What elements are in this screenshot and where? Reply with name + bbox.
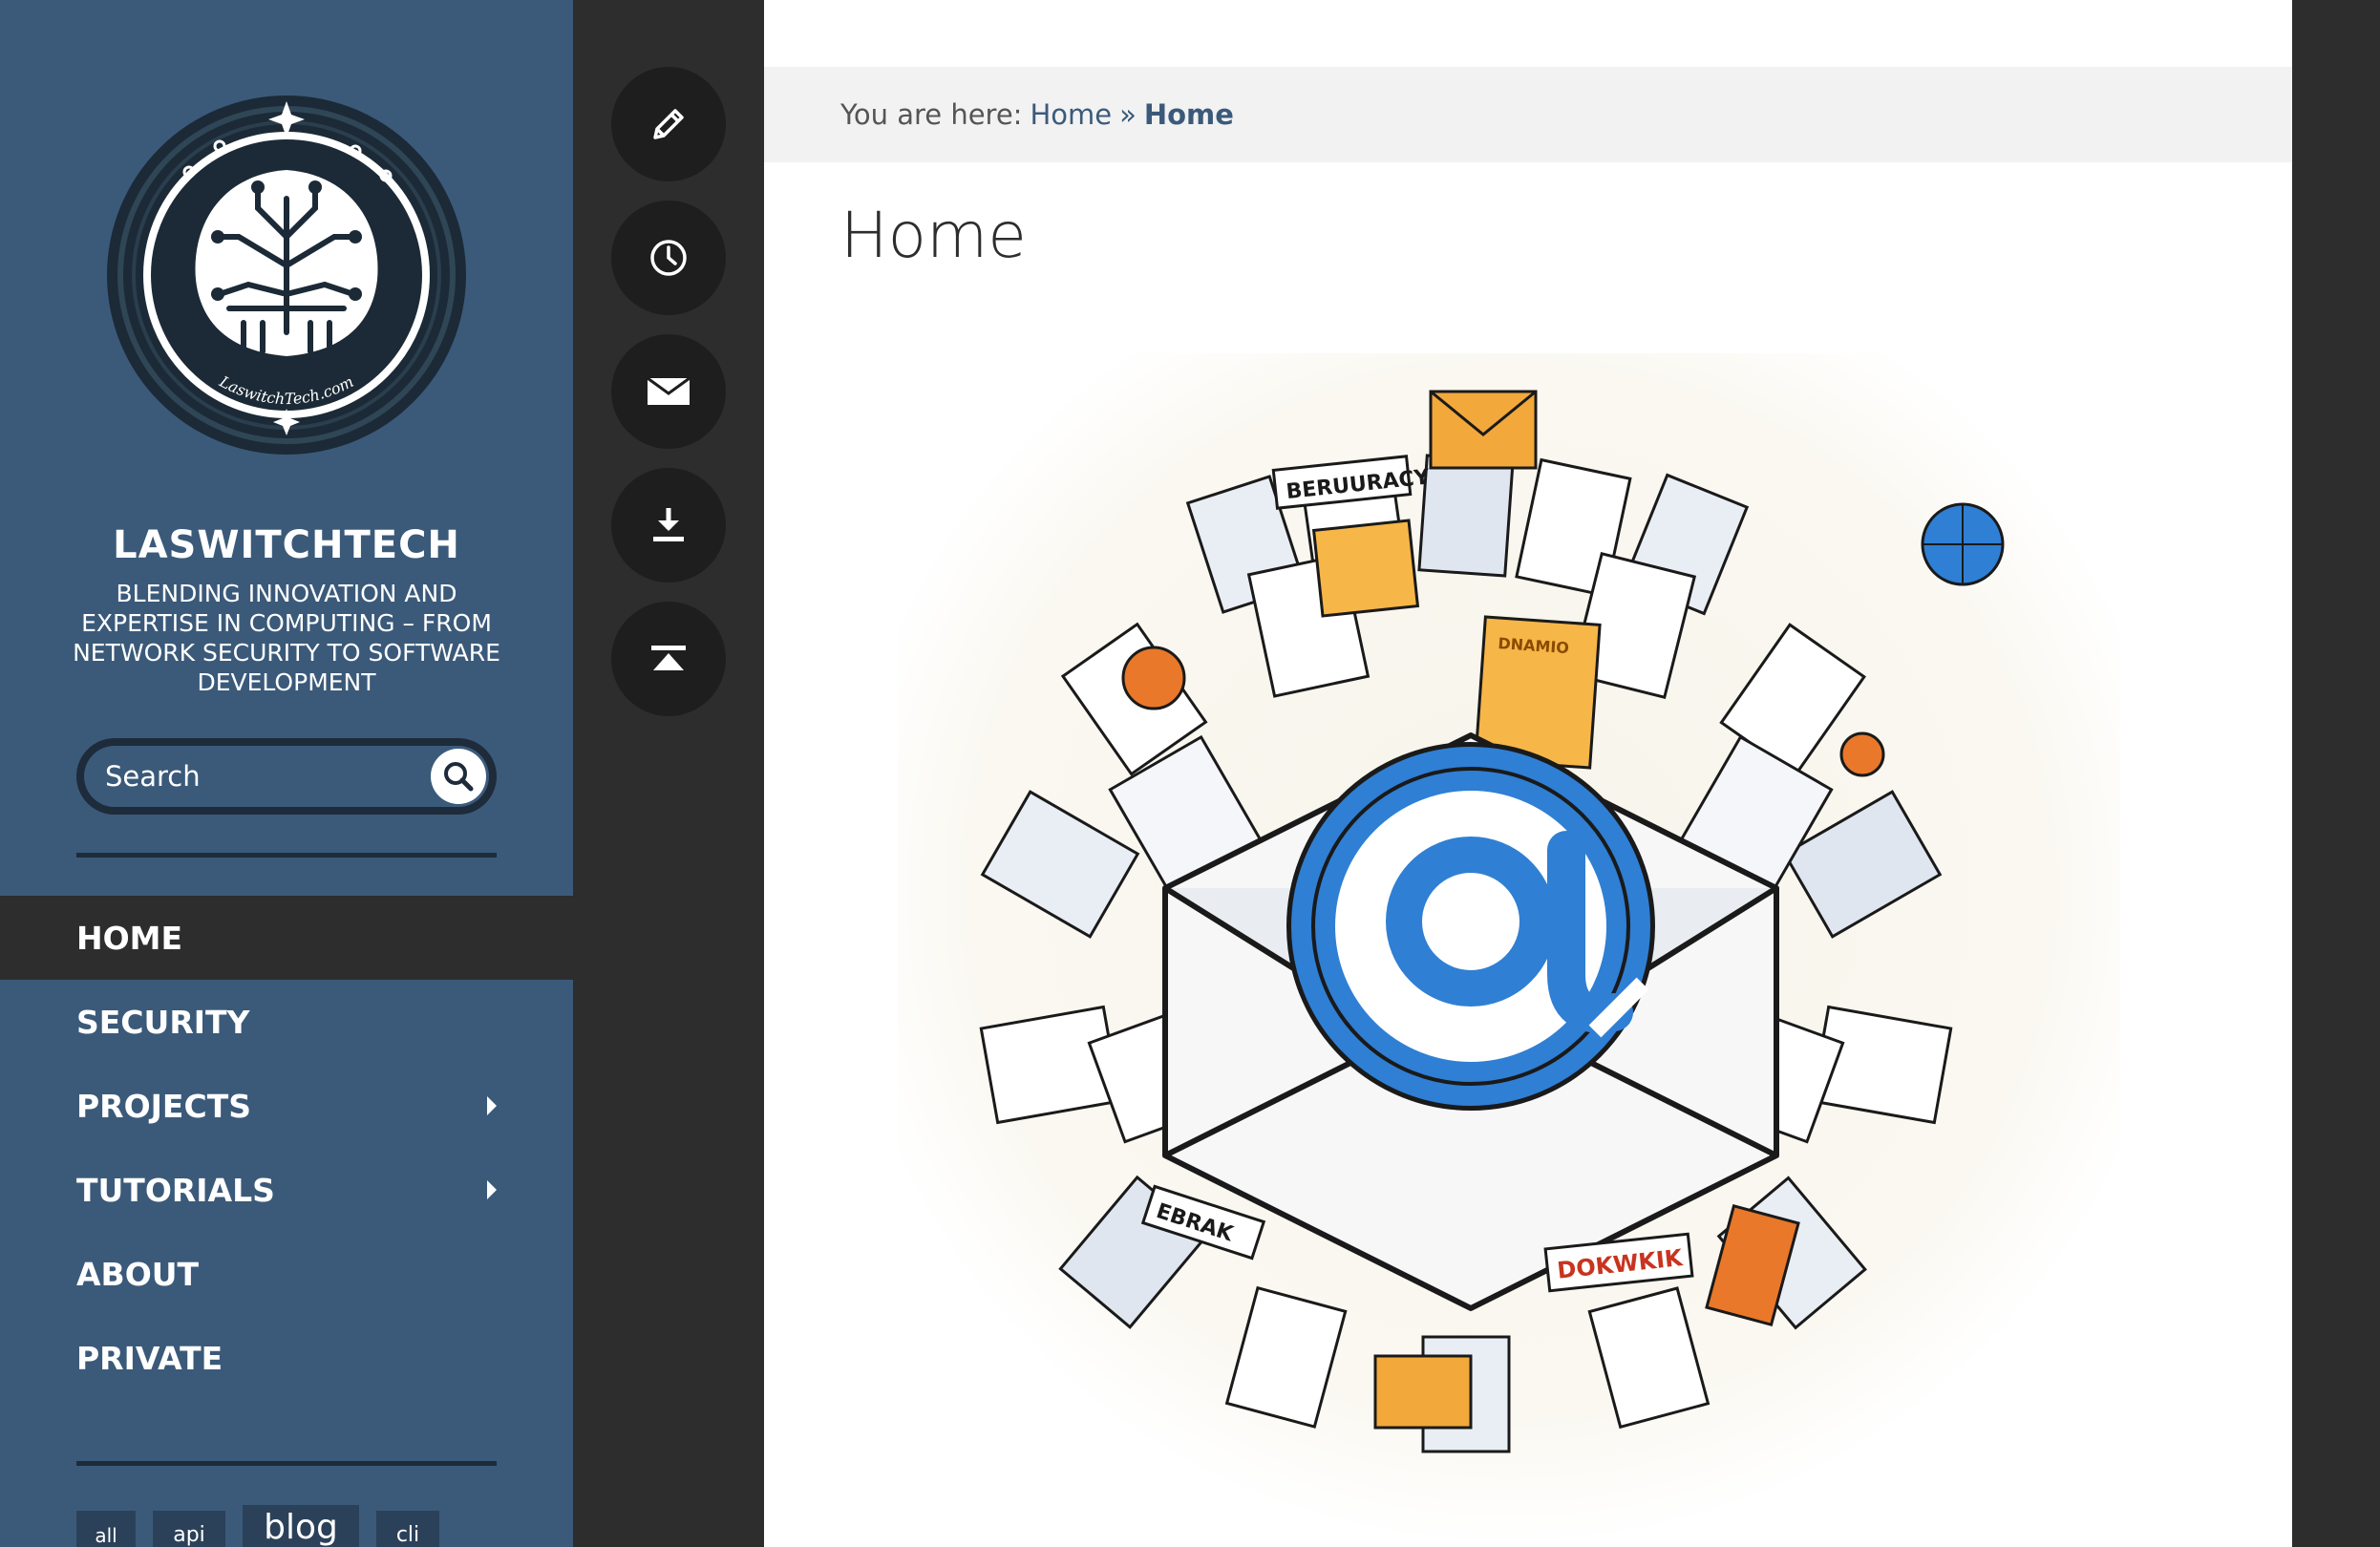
caret-right-icon[interactable] (487, 1096, 497, 1115)
tag-blog[interactable]: blog (243, 1505, 359, 1547)
main-nav: HOME SECURITY PROJECTS TUTORIALS ABOUT P… (0, 896, 573, 1400)
nav-item-security[interactable]: SECURITY (0, 980, 573, 1064)
nav-item-private[interactable]: PRIVATE (0, 1316, 573, 1400)
hero-illustration: BERUURACY DNAMIO EBRAK DOKWKIK (860, 353, 2158, 1547)
site-tagline: BLENDING INNOVATION AND EXPERTISE IN COM… (73, 580, 500, 696)
nav-item-label: PRIVATE (76, 1339, 223, 1377)
search-input[interactable] (84, 746, 428, 807)
nav-item-label: TUTORIALS (76, 1171, 275, 1209)
nav-item-home[interactable]: HOME (0, 896, 573, 980)
mail-button[interactable] (611, 334, 726, 449)
main-content: You are here: Home » Home Home BERUURACY… (764, 0, 2292, 1547)
breadcrumb-separator: » (1119, 98, 1137, 131)
nav-item-about[interactable]: ABOUT (0, 1232, 573, 1316)
edit-button[interactable] (611, 67, 726, 181)
tag-cli[interactable]: cli (376, 1511, 439, 1547)
breadcrumb-prefix: You are here: (840, 98, 1023, 131)
tag-all[interactable]: all (76, 1511, 136, 1547)
sidebar: LaswitchTech.com LASWITCHTECH BLENDING I… (0, 0, 573, 1547)
breadcrumb: You are here: Home » Home (764, 67, 2292, 162)
pencil-icon (653, 109, 684, 139)
download-button[interactable] (611, 468, 726, 583)
download-icon (653, 508, 684, 541)
to-top-icon (651, 646, 686, 670)
site-title[interactable]: LASWITCHTECH (0, 523, 573, 567)
nav-item-label: PROJECTS (76, 1087, 251, 1125)
breadcrumb-current[interactable]: Home (1144, 98, 1234, 131)
search-button[interactable] (428, 746, 489, 807)
nav-item-projects[interactable]: PROJECTS (0, 1064, 573, 1148)
nav-item-label: SECURITY (76, 1003, 250, 1041)
caret-right-icon[interactable] (487, 1180, 497, 1199)
sidebar-divider (76, 853, 497, 858)
nav-item-label: ABOUT (76, 1255, 200, 1293)
back-to-top-button[interactable] (611, 602, 726, 716)
sidebar-divider (76, 1461, 497, 1466)
mail-icon (647, 376, 691, 405)
page-title: Home (840, 199, 1027, 272)
tag-api[interactable]: api (153, 1511, 225, 1547)
action-icon-column (573, 0, 764, 1547)
clock-icon (650, 240, 687, 276)
search-icon (444, 762, 474, 792)
nav-item-label: HOME (76, 919, 183, 957)
breadcrumb-home-link[interactable]: Home (1030, 98, 1112, 131)
nav-item-tutorials[interactable]: TUTORIALS (0, 1148, 573, 1232)
search-form (76, 738, 497, 815)
tag-cloud: all api blog cli (76, 1505, 497, 1547)
history-button[interactable] (611, 201, 726, 315)
site-logo[interactable]: LaswitchTech.com (105, 94, 468, 458)
